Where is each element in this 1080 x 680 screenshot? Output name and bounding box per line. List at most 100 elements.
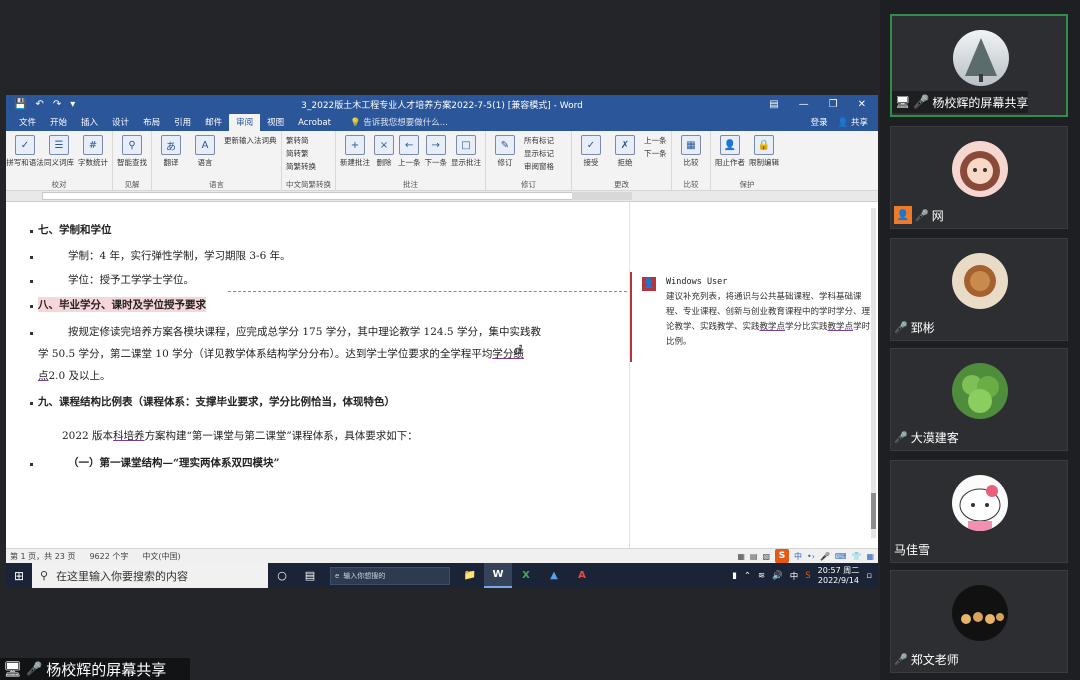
customize-chevron-icon[interactable]: ▾	[70, 99, 75, 110]
reject-button[interactable]: ✗ 拒绝	[610, 133, 640, 179]
window-title: 3_2022版土木工程专业人才培养方案2022-7-5(1) [兼容模式] - …	[301, 101, 583, 111]
photos-app-icon[interactable]: ▲	[540, 563, 568, 588]
tray-sogou-icon[interactable]: S	[805, 571, 810, 581]
compare-button[interactable]: ▦ 比较	[676, 133, 706, 179]
next-comment-button[interactable]: → 下一条	[425, 133, 447, 179]
windows-start-icon[interactable]: ⊞	[6, 569, 32, 583]
language-button[interactable]: A 语言	[190, 133, 220, 179]
vertical-scrollbar[interactable]	[871, 208, 876, 538]
comment-underline-1: 教学点	[759, 322, 786, 332]
word-count-button[interactable]: # 字数统计	[78, 133, 108, 179]
login-link[interactable]: 登录	[811, 116, 828, 128]
redo-icon[interactable]: ↷	[53, 99, 61, 110]
participant-tile[interactable]: 🎤 大漠建客	[890, 348, 1068, 451]
show-hidden-icons[interactable]: ⌃	[744, 571, 751, 581]
browser-search-box[interactable]: e 输入你想搜的	[330, 566, 450, 585]
share-button[interactable]: 👤 共享	[838, 116, 868, 128]
delete-comment-button[interactable]: × 删除	[374, 133, 394, 179]
tab-references[interactable]: 引用	[167, 114, 198, 131]
update-ime-dictionary-button[interactable]: 更新输入法词典	[224, 135, 277, 146]
tab-layout[interactable]: 布局	[136, 114, 167, 131]
show-markup-button[interactable]: 显示标记	[524, 148, 554, 159]
tab-insert[interactable]: 插入	[74, 114, 105, 131]
word-app-icon[interactable]: W	[484, 563, 512, 588]
minimize-icon[interactable]: —	[799, 99, 809, 110]
comment-card[interactable]: 👤 Windows User 建议补充列表，将通识与公共基础课程、学科基础课程、…	[630, 272, 878, 362]
trad-to-simp-button[interactable]: 繁转简	[286, 135, 316, 146]
block-authors-button[interactable]: 👤 阻止作者	[715, 133, 745, 179]
file-explorer-icon[interactable]: 📁	[456, 563, 484, 588]
excel-app-icon[interactable]: X	[512, 563, 540, 588]
paragraph-mark	[30, 332, 33, 335]
tray-ime-mode[interactable]: 中	[790, 570, 799, 582]
document-page[interactable]: 七、学制和学位 学制：4 年，实行弹性学制，学习期限 3-6 年。 学位：授予工…	[6, 202, 632, 548]
conversion-button[interactable]: 简繁转换	[286, 161, 316, 172]
participant-tile[interactable]: 👤 🎤 网	[890, 126, 1068, 229]
clock[interactable]: 20:57 周二 2022/9/14	[818, 566, 860, 586]
group-comments: + 新建批注 × 删除 ← 上一条 → 下一条 □ 显示批注 批注	[336, 131, 486, 190]
translate-button[interactable]: あ翻译	[156, 133, 186, 179]
restrict-editing-button[interactable]: 🔒 限制编辑	[749, 133, 779, 179]
accept-button[interactable]: ✓ 接受	[576, 133, 606, 179]
comment-underline-2: 教学点	[827, 322, 854, 332]
language-status[interactable]: 中文(中国)	[142, 551, 180, 562]
comment-text: 建议补充列表，将通识与公共基础课程、学科基础课程、专业课程、创新与创业教育课程中…	[666, 290, 874, 350]
word-count[interactable]: 9622 个字	[89, 551, 128, 562]
taskbar-search[interactable]: ⚲ 在这里输入你要搜索的内容	[32, 563, 268, 588]
group-label: 批注	[403, 180, 418, 189]
tab-review[interactable]: 审阅	[229, 114, 261, 131]
windows-taskbar: ⊞ ⚲ 在这里输入你要搜索的内容 ○ ▤ e 输入你想搜的 📁 W X ▲ A ▮…	[6, 563, 878, 588]
save-icon[interactable]: 💾	[14, 99, 26, 110]
track-changes-button[interactable]: ✎ 修订	[490, 133, 520, 179]
acrobat-app-icon[interactable]: A	[568, 563, 596, 588]
simp-to-trad-button[interactable]: 简转繁	[286, 148, 316, 159]
close-icon[interactable]: ✕	[858, 99, 866, 110]
print-layout-icon[interactable]: ▤	[750, 552, 758, 561]
word-window: 💾 ↶ ↷ ▾ 3_2022版土木工程专业人才培养方案2022-7-5(1) […	[6, 95, 878, 563]
network-icon[interactable]: ≋	[758, 571, 765, 581]
task-view-icon[interactable]: ▤	[296, 569, 324, 582]
participant-tile[interactable]: 🎤 郅彬	[890, 238, 1068, 341]
web-layout-icon[interactable]: ▧	[762, 552, 770, 561]
participant-namebar: 🎤 大漠建客	[891, 426, 959, 448]
all-markup-select[interactable]: 所有标记	[524, 135, 554, 146]
tab-mailings[interactable]: 邮件	[198, 114, 229, 131]
new-comment-button[interactable]: + 新建批注	[340, 133, 370, 179]
next-icon: →	[425, 135, 446, 155]
toolbox-icon: ▦	[866, 551, 874, 561]
search-icon: ⚲	[122, 135, 142, 155]
tab-file[interactable]: 文件	[12, 114, 43, 131]
ime-toolbar[interactable]: S 中 •› 🎤 ⌨ 👕 ▦	[775, 549, 874, 563]
cortana-icon[interactable]: ○	[268, 569, 296, 582]
para-9-underline: 科培养	[113, 430, 145, 442]
participant-tile[interactable]: 马佳雪	[890, 460, 1068, 563]
tab-view[interactable]: 视图	[260, 114, 291, 131]
read-mode-icon[interactable]: ▦	[737, 552, 745, 561]
microphone-on-icon: 🎤	[26, 661, 43, 677]
undo-icon[interactable]: ↶	[35, 99, 43, 110]
tab-home[interactable]: 开始	[43, 114, 74, 131]
participant-namebar: 🎤 郑文老师	[891, 648, 959, 670]
volume-icon[interactable]: 🔊	[772, 571, 783, 581]
smart-lookup-button[interactable]: ⚲ 智能查找	[117, 133, 147, 179]
participant-tile[interactable]: 🖥 🎤 杨校辉的屏幕共享	[890, 14, 1068, 117]
show-comments-button[interactable]: □ 显示批注	[451, 133, 481, 179]
participant-tile[interactable]: 🎤 郑文老师	[890, 570, 1068, 673]
horizontal-ruler[interactable]	[6, 191, 878, 202]
group-changes: ✓ 接受 ✗ 拒绝 上一条 下一条 更改	[572, 131, 672, 190]
ribbon-display-icon[interactable]: ▤	[769, 99, 778, 110]
tab-acrobat[interactable]: Acrobat	[291, 116, 338, 131]
notification-icon[interactable]: ▫	[866, 571, 872, 581]
battery-icon[interactable]: ▮	[732, 571, 737, 581]
previous-comment-button[interactable]: ← 上一条	[398, 133, 421, 179]
previous-change-button[interactable]: 上一条	[644, 135, 667, 146]
spelling-grammar-button[interactable]: ✓ 拼写和语法	[6, 133, 44, 179]
page-count[interactable]: 第 1 页，共 23 页	[10, 551, 75, 562]
thesaurus-button[interactable]: ☰ 同义词库	[44, 133, 74, 179]
reviewing-pane-button[interactable]: 审阅窗格	[524, 161, 554, 172]
tell-me-search[interactable]: 💡 告诉我您想要做什么...	[346, 114, 452, 131]
tab-design[interactable]: 设计	[105, 114, 136, 131]
maximize-icon[interactable]: ❐	[829, 99, 838, 110]
next-change-button[interactable]: 下一条	[644, 148, 667, 159]
scrollbar-thumb[interactable]	[871, 493, 876, 529]
